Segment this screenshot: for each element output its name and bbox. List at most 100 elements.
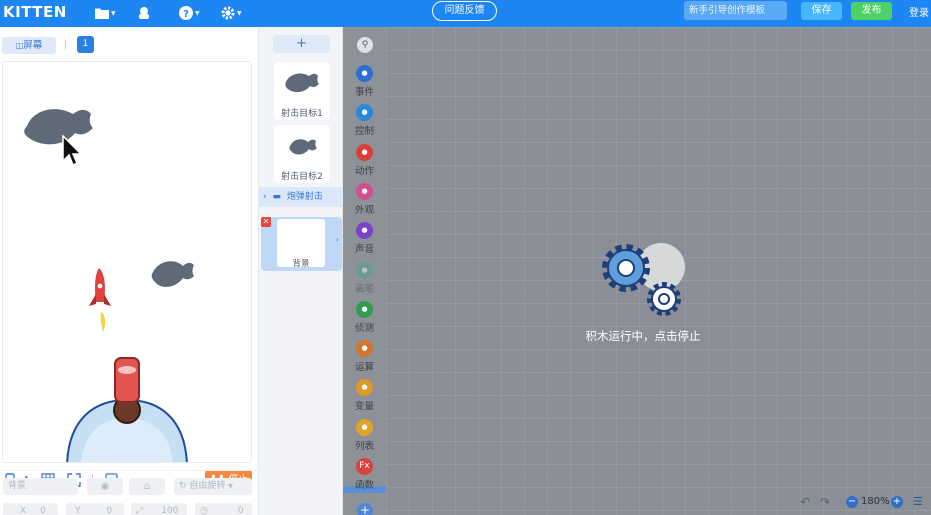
function-icon: Fx — [356, 458, 373, 475]
stage-panel: ◫屏幕 1 背景 ◉ ⌂ ↻ 自由旋转 ▼ X 0 Y 0 ⤢ 100 ◷ 0 — [0, 27, 259, 515]
app-logo: KITTEN — [3, 3, 67, 21]
running-gears-icon — [602, 243, 685, 316]
mouse-cursor-icon — [62, 135, 82, 167]
category-appearance[interactable]: ● 外观 — [343, 182, 386, 221]
category-event[interactable]: ● 事件 — [343, 65, 386, 103]
zoom-in-button[interactable]: + — [891, 496, 903, 508]
divider — [65, 40, 66, 50]
x-label: X — [20, 506, 27, 515]
operator-icon: ● — [356, 340, 373, 358]
fish-target-2[interactable] — [151, 261, 194, 287]
add-extension-button[interactable]: + — [357, 503, 373, 515]
zoom-out-button[interactable]: − — [846, 496, 858, 508]
angle-value: 0 — [237, 506, 244, 515]
fish-target-1[interactable] — [24, 109, 93, 145]
property-panel: 背景 ◉ ⌂ ↻ 自由旋转 ▼ X0 Y0 ⤢ 100 ◷ 0 — [0, 470, 259, 515]
category-list[interactable]: ● 列表 — [343, 418, 386, 457]
screen-label: 屏幕 — [23, 40, 43, 51]
background-label: 背景 — [292, 259, 310, 269]
category-sound[interactable]: ● 声音 — [343, 222, 386, 260]
list-icon: ● — [356, 418, 373, 436]
rocket-projectile — [89, 268, 111, 332]
stage-canvas[interactable] — [2, 61, 252, 463]
appearance-icon: ● — [356, 182, 373, 200]
category-label: 事件 — [354, 87, 374, 98]
category-operator[interactable]: ● 运算 — [343, 340, 386, 378]
sprite-card[interactable]: 射击目标2 — [274, 125, 330, 183]
svg-text:?: ? — [183, 9, 189, 20]
login-link[interactable]: 登录 — [909, 4, 929, 19]
rotation-label: 自由旋转 — [189, 481, 226, 491]
category-label: 动作 — [354, 165, 374, 177]
category-label: 列表 — [354, 440, 374, 452]
drag-lock-toggle[interactable]: ⌂ — [129, 478, 165, 495]
variable-icon: ● — [356, 379, 373, 397]
zoom-level: 180% — [861, 496, 890, 507]
help-icon[interactable]: ? ▼ — [179, 5, 200, 21]
align-blocks-icon[interactable]: ☰ — [913, 495, 923, 508]
sensing-icon: ● — [356, 300, 373, 318]
category-pen[interactable]: ● 画笔 — [343, 261, 386, 300]
event-icon: ● — [356, 65, 373, 82]
feedback-button[interactable]: 问题反馈 — [432, 1, 497, 21]
folder-icon[interactable]: ▼ — [95, 5, 116, 21]
sprite-panel: + 射击目标1 射击目标2 › ▬ 炮弹射击 ✕ 背景 › — [259, 27, 343, 515]
sprite-name: 射击目标2 — [281, 172, 323, 182]
motion-icon: ● — [356, 143, 373, 161]
chevron-right-icon[interactable]: › — [336, 235, 339, 244]
profile-icon[interactable] — [137, 5, 151, 21]
save-button[interactable]: 保存 — [801, 2, 842, 20]
screen-number-tab[interactable]: 1 — [77, 36, 94, 53]
visibility-toggle[interactable]: ◉ — [87, 478, 123, 495]
y-value: 0 — [106, 506, 113, 515]
x-value: 0 — [40, 506, 46, 515]
lock-icon: ⌂ — [143, 481, 151, 492]
direction-field[interactable]: ◷ 0 — [195, 503, 252, 515]
category-label: 侦测 — [354, 322, 374, 334]
category-label: 外观 — [354, 204, 374, 216]
pen-icon: ● — [356, 261, 373, 279]
category-sensing[interactable]: ● 侦测 — [343, 300, 386, 339]
top-bar: KITTEN ▼ ? ▼ ▼ 问题反馈 新手引导创作模板 保存 发布 登录 — [0, 0, 931, 27]
folder-icon: ▬ — [272, 192, 281, 202]
undo-icon[interactable]: ↶ — [800, 495, 810, 509]
fish-thumbnail-icon — [289, 139, 317, 155]
control-icon: ● — [356, 104, 373, 122]
category-label: 控制 — [354, 126, 374, 138]
sprite-folder[interactable]: › ▬ 炮弹射击 — [259, 187, 343, 207]
category-label: 画笔 — [354, 283, 374, 295]
size-value: 100 — [161, 506, 179, 515]
x-field[interactable]: X0 — [3, 503, 58, 515]
publish-button[interactable]: 发布 — [851, 2, 892, 20]
category-control[interactable]: ● 控制 — [343, 104, 386, 142]
cannon-sprite[interactable] — [66, 357, 188, 463]
screen-button[interactable]: ◫屏幕 — [2, 37, 56, 54]
workspace-controls: ↶ ↷ − 180% + ☰ — [800, 494, 931, 512]
category-motion[interactable]: ● 动作 — [343, 143, 386, 182]
block-category-bar: ⚲ + ● 事件 ● 控制 ● 动作 ● 外观 ● 声音 ● 画笔 ● 侦测 ● 运算 ● 变量 ● 列表 Fx 函数 — [343, 27, 386, 515]
delete-icon[interactable]: ✕ — [261, 217, 271, 227]
y-label: Y — [75, 506, 81, 515]
category-function[interactable]: Fx 函数 — [343, 458, 386, 496]
rotation-mode-select[interactable]: ↻ 自由旋转 ▼ — [174, 478, 252, 495]
redo-icon[interactable]: ↷ — [820, 495, 830, 509]
fish-thumbnail-icon — [285, 73, 319, 93]
rotate-icon: ↻ — [179, 481, 190, 491]
sprite-name-input[interactable]: 背景 — [3, 478, 78, 495]
size-icon: ⤢ — [136, 506, 144, 515]
chevron-right-icon: › — [263, 192, 267, 202]
running-status[interactable]: 积木运行中，点击停止 — [583, 328, 703, 344]
category-variable[interactable]: ● 变量 — [343, 379, 386, 417]
category-label: 运算 — [354, 362, 374, 374]
background-card[interactable]: ✕ 背景 › — [261, 217, 342, 271]
add-sprite-button[interactable]: + — [273, 35, 330, 53]
y-field[interactable]: Y0 — [66, 503, 124, 515]
settings-icon[interactable]: ▼ — [221, 5, 242, 21]
eye-icon: ◉ — [100, 481, 110, 492]
app-window: KITTEN ▼ ? ▼ ▼ 问题反馈 新手引导创作模板 保存 发布 登录 ◫屏幕… — [0, 0, 931, 515]
template-selector[interactable]: 新手引导创作模板 — [684, 1, 787, 20]
size-field[interactable]: ⤢ 100 — [131, 503, 187, 515]
search-icon[interactable]: ⚲ — [357, 37, 373, 53]
category-label: 函数 — [354, 480, 374, 491]
sprite-card[interactable]: 射击目标1 — [274, 62, 330, 120]
